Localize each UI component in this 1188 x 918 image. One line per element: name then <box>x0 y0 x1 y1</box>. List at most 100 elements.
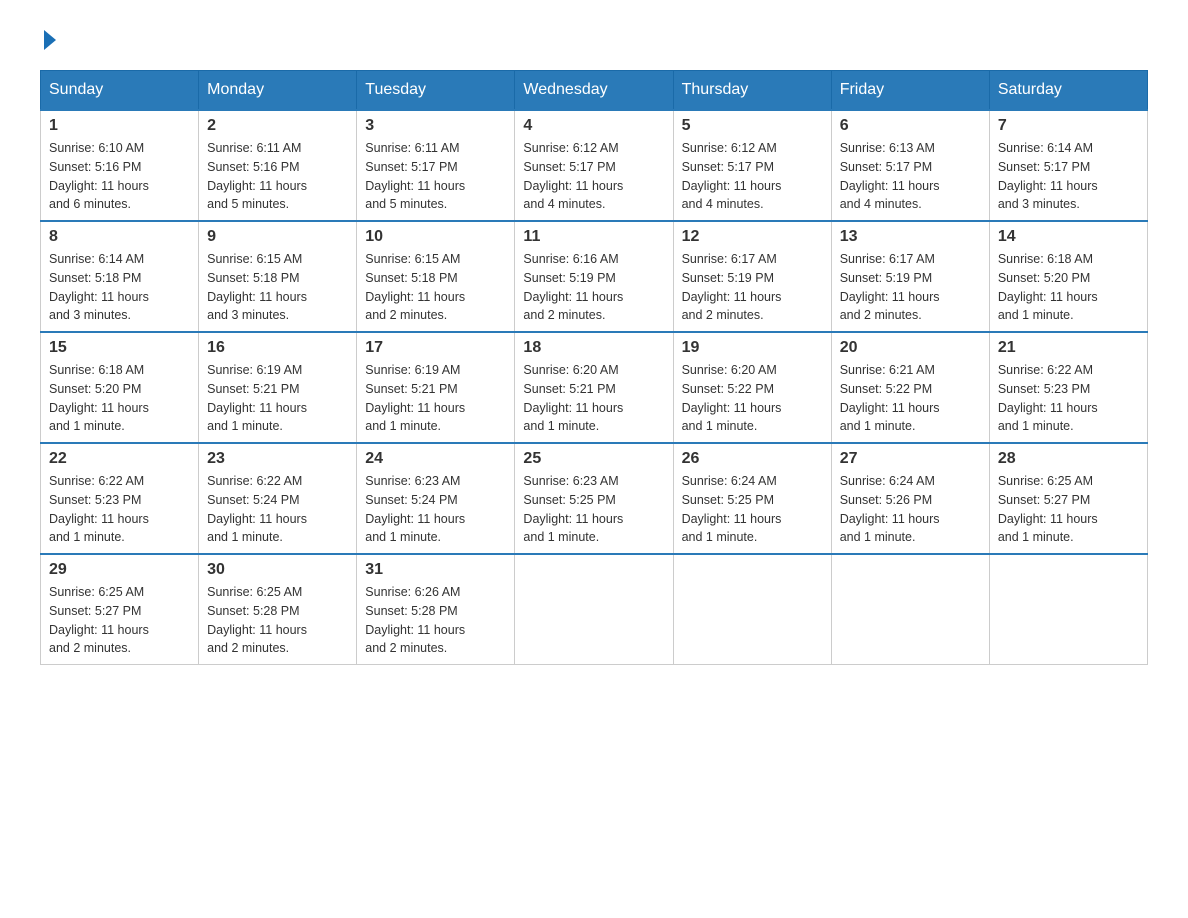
day-number: 22 <box>49 450 190 468</box>
calendar-day-cell: 17 Sunrise: 6:19 AM Sunset: 5:21 PM Dayl… <box>357 332 515 443</box>
day-info: Sunrise: 6:20 AM Sunset: 5:21 PM Dayligh… <box>523 361 664 436</box>
day-info: Sunrise: 6:22 AM Sunset: 5:24 PM Dayligh… <box>207 472 348 547</box>
day-info: Sunrise: 6:11 AM Sunset: 5:16 PM Dayligh… <box>207 139 348 214</box>
calendar-day-cell: 25 Sunrise: 6:23 AM Sunset: 5:25 PM Dayl… <box>515 443 673 554</box>
day-info: Sunrise: 6:21 AM Sunset: 5:22 PM Dayligh… <box>840 361 981 436</box>
day-number: 20 <box>840 339 981 357</box>
day-info: Sunrise: 6:13 AM Sunset: 5:17 PM Dayligh… <box>840 139 981 214</box>
calendar-week-row: 29 Sunrise: 6:25 AM Sunset: 5:27 PM Dayl… <box>41 554 1148 665</box>
day-number: 5 <box>682 117 823 135</box>
calendar-day-cell: 1 Sunrise: 6:10 AM Sunset: 5:16 PM Dayli… <box>41 110 199 221</box>
calendar-week-row: 1 Sunrise: 6:10 AM Sunset: 5:16 PM Dayli… <box>41 110 1148 221</box>
day-number: 27 <box>840 450 981 468</box>
day-number: 1 <box>49 117 190 135</box>
calendar-day-cell: 23 Sunrise: 6:22 AM Sunset: 5:24 PM Dayl… <box>199 443 357 554</box>
day-info: Sunrise: 6:25 AM Sunset: 5:28 PM Dayligh… <box>207 583 348 658</box>
day-number: 21 <box>998 339 1139 357</box>
calendar-week-row: 15 Sunrise: 6:18 AM Sunset: 5:20 PM Dayl… <box>41 332 1148 443</box>
day-number: 30 <box>207 561 348 579</box>
day-number: 13 <box>840 228 981 246</box>
day-info: Sunrise: 6:22 AM Sunset: 5:23 PM Dayligh… <box>998 361 1139 436</box>
calendar-day-cell: 19 Sunrise: 6:20 AM Sunset: 5:22 PM Dayl… <box>673 332 831 443</box>
day-number: 26 <box>682 450 823 468</box>
day-number: 29 <box>49 561 190 579</box>
calendar-week-row: 8 Sunrise: 6:14 AM Sunset: 5:18 PM Dayli… <box>41 221 1148 332</box>
day-info: Sunrise: 6:10 AM Sunset: 5:16 PM Dayligh… <box>49 139 190 214</box>
calendar-day-cell: 14 Sunrise: 6:18 AM Sunset: 5:20 PM Dayl… <box>989 221 1147 332</box>
calendar-header-day: Thursday <box>673 71 831 111</box>
day-number: 31 <box>365 561 506 579</box>
logo-blue-block <box>40 30 56 50</box>
day-info: Sunrise: 6:12 AM Sunset: 5:17 PM Dayligh… <box>523 139 664 214</box>
day-info: Sunrise: 6:18 AM Sunset: 5:20 PM Dayligh… <box>998 250 1139 325</box>
logo-triangle-icon <box>44 30 56 50</box>
calendar-header-day: Wednesday <box>515 71 673 111</box>
calendar-day-cell: 24 Sunrise: 6:23 AM Sunset: 5:24 PM Dayl… <box>357 443 515 554</box>
calendar-day-cell: 4 Sunrise: 6:12 AM Sunset: 5:17 PM Dayli… <box>515 110 673 221</box>
calendar-table: SundayMondayTuesdayWednesdayThursdayFrid… <box>40 70 1148 665</box>
calendar-header-day: Tuesday <box>357 71 515 111</box>
day-info: Sunrise: 6:26 AM Sunset: 5:28 PM Dayligh… <box>365 583 506 658</box>
calendar-day-cell: 13 Sunrise: 6:17 AM Sunset: 5:19 PM Dayl… <box>831 221 989 332</box>
day-number: 15 <box>49 339 190 357</box>
calendar-day-cell <box>673 554 831 665</box>
calendar-day-cell: 12 Sunrise: 6:17 AM Sunset: 5:19 PM Dayl… <box>673 221 831 332</box>
day-info: Sunrise: 6:23 AM Sunset: 5:25 PM Dayligh… <box>523 472 664 547</box>
day-number: 25 <box>523 450 664 468</box>
day-info: Sunrise: 6:16 AM Sunset: 5:19 PM Dayligh… <box>523 250 664 325</box>
calendar-day-cell: 27 Sunrise: 6:24 AM Sunset: 5:26 PM Dayl… <box>831 443 989 554</box>
day-info: Sunrise: 6:14 AM Sunset: 5:18 PM Dayligh… <box>49 250 190 325</box>
calendar-day-cell: 8 Sunrise: 6:14 AM Sunset: 5:18 PM Dayli… <box>41 221 199 332</box>
calendar-day-cell: 21 Sunrise: 6:22 AM Sunset: 5:23 PM Dayl… <box>989 332 1147 443</box>
day-info: Sunrise: 6:12 AM Sunset: 5:17 PM Dayligh… <box>682 139 823 214</box>
calendar-header-day: Sunday <box>41 71 199 111</box>
day-info: Sunrise: 6:25 AM Sunset: 5:27 PM Dayligh… <box>998 472 1139 547</box>
calendar-body: 1 Sunrise: 6:10 AM Sunset: 5:16 PM Dayli… <box>41 110 1148 665</box>
day-info: Sunrise: 6:15 AM Sunset: 5:18 PM Dayligh… <box>207 250 348 325</box>
calendar-day-cell: 2 Sunrise: 6:11 AM Sunset: 5:16 PM Dayli… <box>199 110 357 221</box>
calendar-day-cell: 15 Sunrise: 6:18 AM Sunset: 5:20 PM Dayl… <box>41 332 199 443</box>
day-number: 28 <box>998 450 1139 468</box>
calendar-day-cell: 30 Sunrise: 6:25 AM Sunset: 5:28 PM Dayl… <box>199 554 357 665</box>
calendar-day-cell: 3 Sunrise: 6:11 AM Sunset: 5:17 PM Dayli… <box>357 110 515 221</box>
calendar-day-cell: 7 Sunrise: 6:14 AM Sunset: 5:17 PM Dayli… <box>989 110 1147 221</box>
day-number: 4 <box>523 117 664 135</box>
calendar-day-cell: 11 Sunrise: 6:16 AM Sunset: 5:19 PM Dayl… <box>515 221 673 332</box>
calendar-day-cell: 5 Sunrise: 6:12 AM Sunset: 5:17 PM Dayli… <box>673 110 831 221</box>
day-info: Sunrise: 6:11 AM Sunset: 5:17 PM Dayligh… <box>365 139 506 214</box>
day-number: 7 <box>998 117 1139 135</box>
day-number: 23 <box>207 450 348 468</box>
calendar-day-cell: 22 Sunrise: 6:22 AM Sunset: 5:23 PM Dayl… <box>41 443 199 554</box>
day-info: Sunrise: 6:25 AM Sunset: 5:27 PM Dayligh… <box>49 583 190 658</box>
day-info: Sunrise: 6:22 AM Sunset: 5:23 PM Dayligh… <box>49 472 190 547</box>
day-info: Sunrise: 6:20 AM Sunset: 5:22 PM Dayligh… <box>682 361 823 436</box>
day-info: Sunrise: 6:14 AM Sunset: 5:17 PM Dayligh… <box>998 139 1139 214</box>
calendar-day-cell: 29 Sunrise: 6:25 AM Sunset: 5:27 PM Dayl… <box>41 554 199 665</box>
calendar-day-cell: 10 Sunrise: 6:15 AM Sunset: 5:18 PM Dayl… <box>357 221 515 332</box>
calendar-day-cell <box>989 554 1147 665</box>
calendar-day-cell: 9 Sunrise: 6:15 AM Sunset: 5:18 PM Dayli… <box>199 221 357 332</box>
day-number: 6 <box>840 117 981 135</box>
day-number: 2 <box>207 117 348 135</box>
page-header <box>40 30 1148 50</box>
day-info: Sunrise: 6:19 AM Sunset: 5:21 PM Dayligh… <box>207 361 348 436</box>
day-info: Sunrise: 6:17 AM Sunset: 5:19 PM Dayligh… <box>682 250 823 325</box>
day-info: Sunrise: 6:24 AM Sunset: 5:26 PM Dayligh… <box>840 472 981 547</box>
day-info: Sunrise: 6:19 AM Sunset: 5:21 PM Dayligh… <box>365 361 506 436</box>
day-number: 9 <box>207 228 348 246</box>
calendar-header-day: Monday <box>199 71 357 111</box>
day-info: Sunrise: 6:17 AM Sunset: 5:19 PM Dayligh… <box>840 250 981 325</box>
day-number: 18 <box>523 339 664 357</box>
calendar-header-day: Friday <box>831 71 989 111</box>
day-info: Sunrise: 6:18 AM Sunset: 5:20 PM Dayligh… <box>49 361 190 436</box>
logo <box>40 30 56 50</box>
day-number: 19 <box>682 339 823 357</box>
day-info: Sunrise: 6:23 AM Sunset: 5:24 PM Dayligh… <box>365 472 506 547</box>
day-number: 11 <box>523 228 664 246</box>
calendar-week-row: 22 Sunrise: 6:22 AM Sunset: 5:23 PM Dayl… <box>41 443 1148 554</box>
calendar-day-cell: 6 Sunrise: 6:13 AM Sunset: 5:17 PM Dayli… <box>831 110 989 221</box>
day-number: 24 <box>365 450 506 468</box>
calendar-day-cell <box>515 554 673 665</box>
day-number: 14 <box>998 228 1139 246</box>
day-info: Sunrise: 6:24 AM Sunset: 5:25 PM Dayligh… <box>682 472 823 547</box>
